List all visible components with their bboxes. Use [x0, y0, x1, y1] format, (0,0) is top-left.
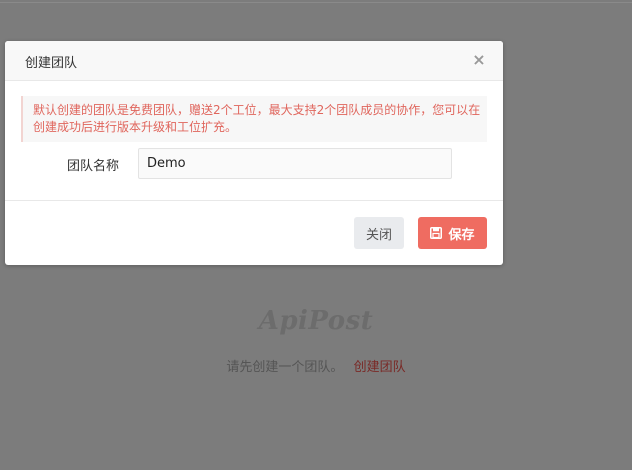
save-button-label: 保存 [448, 227, 475, 243]
page-top-border [0, 2, 632, 3]
close-button[interactable]: 关闭 [354, 217, 404, 249]
create-team-dialog: 创建团队 × 默认创建的团队是免费团队，赠送2个工位，最大支持2个团队成员的协作… [5, 41, 503, 265]
empty-team-prompt: 请先创建一个团队。 创建团队 [0, 356, 632, 375]
team-name-input[interactable] [138, 148, 452, 179]
empty-team-text: 请先创建一个团队。 [226, 360, 344, 375]
close-icon[interactable]: × [471, 50, 487, 70]
save-button[interactable]: 保存 [418, 217, 487, 249]
free-team-notice: 默认创建的团队是免费团队，赠送2个工位，最大支持2个团队成员的协作，您可以在创建… [21, 96, 487, 142]
team-name-label: 团队名称 [67, 159, 120, 174]
create-team-link[interactable]: 创建团队 [354, 360, 406, 375]
footer-divider [5, 200, 503, 201]
apipost-logo: ApiPost [258, 306, 374, 336]
dialog-title: 创建团队 [25, 56, 78, 71]
dialog-header: 创建团队 × [5, 41, 503, 81]
save-icon [430, 227, 443, 239]
close-button-label: 关闭 [365, 227, 392, 243]
